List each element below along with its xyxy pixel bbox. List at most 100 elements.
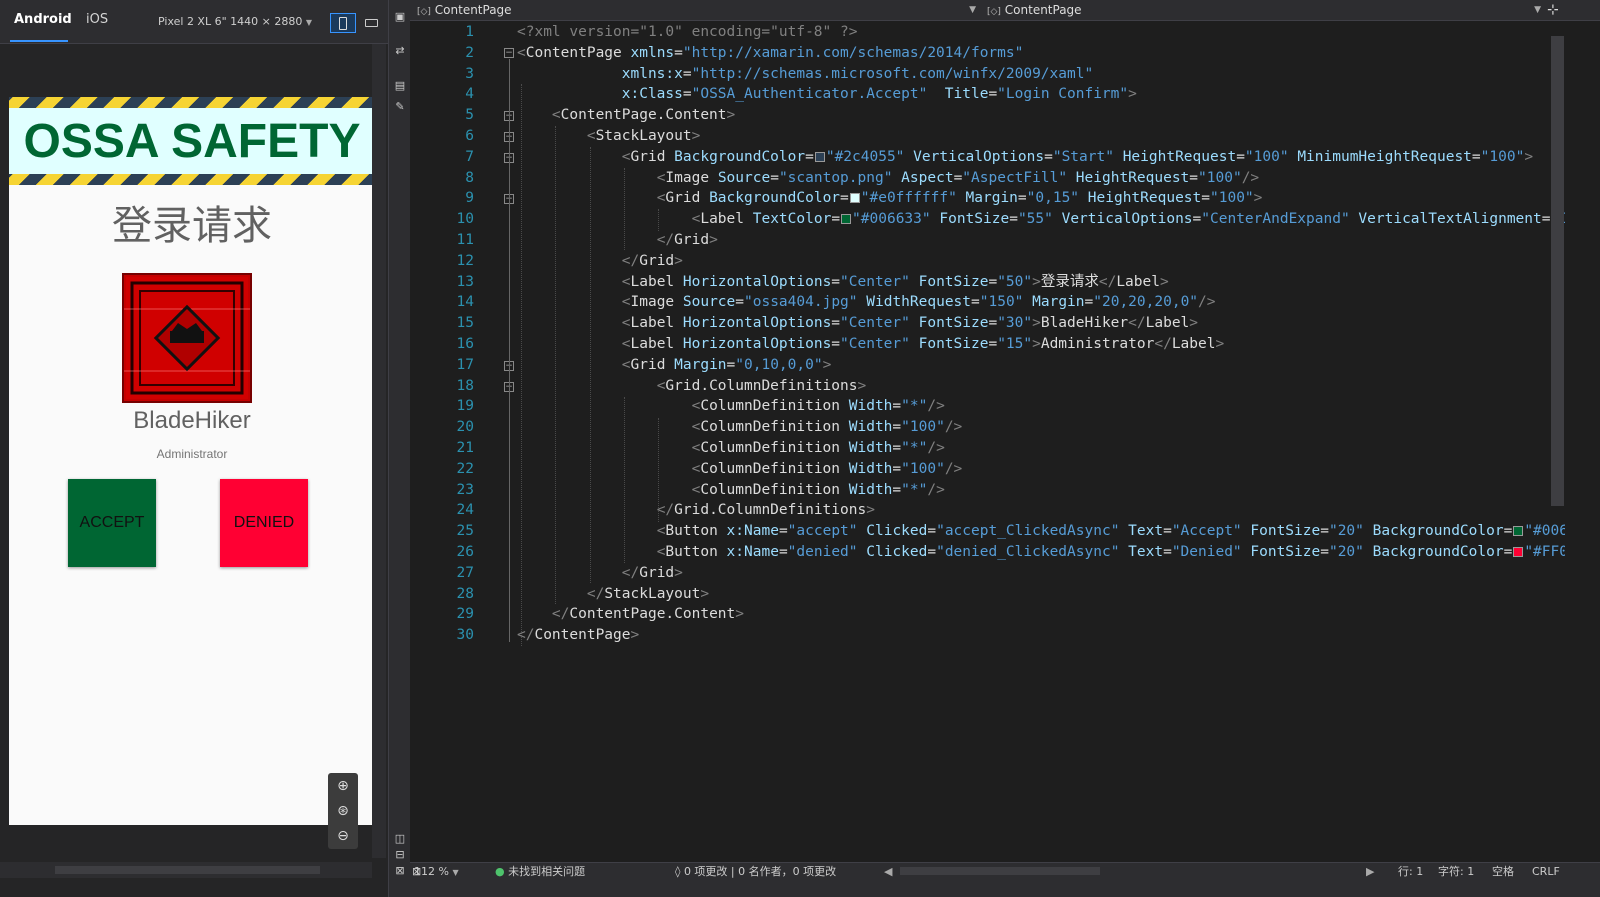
line-number: 26 bbox=[456, 544, 474, 560]
line-position[interactable]: 行: 1 bbox=[1398, 864, 1423, 880]
zoom-out-icon[interactable]: ⊖ bbox=[328, 823, 358, 848]
editor-vertical-scrollbar[interactable] bbox=[1551, 36, 1564, 506]
editor-horizontal-scrollbar[interactable] bbox=[900, 867, 1100, 875]
changes-icon: ◊ bbox=[675, 865, 681, 878]
code-line: <Button x:Name="accept" Clicked="accept_… bbox=[656, 523, 1565, 540]
code-line: <ContentPage.Content> bbox=[551, 107, 736, 124]
char-position[interactable]: 字符: 1 bbox=[1438, 864, 1474, 880]
hazard-stripe-bottom bbox=[9, 174, 375, 185]
accept-button[interactable]: ACCEPT bbox=[68, 479, 156, 567]
line-number: 5 bbox=[465, 107, 474, 124]
phone-portrait-icon bbox=[339, 16, 347, 30]
issues-indicator[interactable]: ● 未找到相关问题 bbox=[495, 864, 585, 880]
code-line: <Grid BackgroundColor= "#2c4055" Vertical… bbox=[621, 148, 1534, 165]
code-line: <ColumnDefinition Width="100"/> bbox=[691, 460, 963, 477]
code-line: <Label HorizontalOptions="Center" FontSi… bbox=[621, 273, 1169, 290]
line-number: 7 bbox=[465, 148, 474, 165]
scroll-left-icon[interactable]: ◀ bbox=[884, 864, 892, 880]
line-number: 10 bbox=[456, 211, 474, 228]
code-line: <ColumnDefinition Width="*"/> bbox=[691, 481, 945, 498]
code-line: <Label TextColor= "#006633" FontSize="55"… bbox=[691, 211, 1565, 228]
line-number: 4 bbox=[465, 86, 474, 103]
code-line: <Label HorizontalOptions="Center" FontSi… bbox=[621, 336, 1225, 352]
line-number: 27 bbox=[456, 564, 474, 581]
preview-vertical-scrollbar[interactable] bbox=[372, 44, 386, 858]
line-number: 23 bbox=[456, 481, 474, 498]
chevron-down-icon: ▼ bbox=[1534, 5, 1541, 15]
line-number: 17 bbox=[456, 356, 474, 373]
chevron-down-icon: ▼ bbox=[452, 868, 459, 877]
line-ending[interactable]: CRLF bbox=[1532, 864, 1560, 880]
preview-horizontal-scrollbar[interactable] bbox=[0, 862, 372, 878]
nav-dropdown-left[interactable]: [◇] ContentPage ▼ bbox=[415, 2, 980, 19]
line-number: 6 bbox=[465, 128, 474, 144]
line-number: 30 bbox=[456, 627, 474, 644]
chevron-down-icon: ▼ bbox=[969, 5, 976, 15]
safety-banner: OSSA SAFETY bbox=[9, 97, 375, 185]
xaml-element-icon: [◇] bbox=[987, 7, 1001, 17]
code-line: </StackLayout> bbox=[586, 585, 710, 602]
line-number: 15 bbox=[456, 315, 474, 332]
denied-button[interactable]: DENIED bbox=[220, 479, 308, 567]
avatar bbox=[122, 273, 252, 403]
code-line: </ContentPage.Content> bbox=[551, 606, 744, 623]
code-line: <Button x:Name="denied" Clicked="denied_… bbox=[656, 544, 1565, 560]
edit-view-icon[interactable]: ✎ bbox=[394, 101, 406, 113]
landscape-button[interactable] bbox=[358, 13, 384, 33]
code-area[interactable]: <?xml version="1.0" encoding="utf-8" ?> … bbox=[510, 22, 1565, 862]
indent-mode[interactable]: 空格 bbox=[1492, 864, 1514, 880]
nav-dropdown-right[interactable]: [◇] ContentPage ▼ bbox=[985, 2, 1545, 19]
zoom-level[interactable]: 112 % ▼ bbox=[414, 864, 459, 881]
code-line: <StackLayout> bbox=[586, 128, 701, 144]
split-vertical-icon[interactable]: ◫ bbox=[394, 833, 406, 845]
portrait-button[interactable] bbox=[330, 13, 356, 33]
line-number: 28 bbox=[456, 585, 474, 602]
scroll-right-icon[interactable]: ▶ bbox=[1366, 864, 1374, 880]
line-number: 3 bbox=[465, 65, 474, 82]
code-line: xmlns:x="http://schemas.microsoft.com/wi… bbox=[621, 65, 1094, 82]
swap-panes-icon[interactable]: ⇄ bbox=[394, 45, 406, 57]
code-line: <Label HorizontalOptions="Center" FontSi… bbox=[621, 315, 1199, 332]
zoom-fit-icon[interactable]: ⊛ bbox=[328, 798, 358, 823]
xaml-element-icon: [◇] bbox=[417, 7, 431, 17]
zoom-controls: ⊕ ⊛ ⊖ bbox=[328, 773, 358, 849]
preview-toggle-icon[interactable]: ▣ bbox=[394, 11, 406, 23]
page-title: 登录请求 bbox=[112, 203, 272, 249]
line-number: 21 bbox=[456, 440, 474, 456]
line-number: 13 bbox=[456, 273, 474, 290]
platform-tabs: Android iOS Pixel 2 XL 6" 1440 × 2880 ▼ bbox=[0, 0, 388, 44]
changes-text: 0 项更改 | 0 名作者，0 项更改 bbox=[683, 865, 837, 878]
code-editor: [◇] ContentPage ▼ [◇] ContentPage ▼ ⊹ 1234… bbox=[410, 0, 1600, 897]
expand-pane-icon[interactable]: ⊠ bbox=[394, 865, 406, 877]
status-bar: ⊠ 112 % ▼ ● 未找到相关问题 ◊ 0 项更改 | 0 名作者，0 项更… bbox=[410, 862, 1600, 897]
hazard-stripe-top bbox=[9, 97, 375, 108]
split-horizontal-icon[interactable]: ⊟ bbox=[394, 849, 406, 861]
line-number: 24 bbox=[456, 502, 474, 519]
device-name: Pixel 2 XL 6" 1440 × 2880 bbox=[158, 15, 303, 28]
zoom-in-icon[interactable]: ⊕ bbox=[328, 773, 358, 798]
line-number: 18 bbox=[456, 377, 474, 394]
code-line: <Image Source="ossa404.jpg" WidthRequest… bbox=[621, 294, 1216, 311]
chevron-down-icon: ▼ bbox=[305, 18, 313, 27]
code-line: <Grid BackgroundColor= "#e0ffffff" Margin… bbox=[656, 190, 1263, 207]
line-number: 25 bbox=[456, 523, 474, 540]
device-selector[interactable]: Pixel 2 XL 6" 1440 × 2880 ▼ bbox=[158, 15, 312, 28]
code-line: <ColumnDefinition Width="*"/> bbox=[691, 398, 945, 415]
nav-left-label: ContentPage bbox=[434, 3, 512, 17]
tab-ios[interactable]: iOS bbox=[86, 12, 108, 27]
issues-text: 未找到相关问题 bbox=[508, 865, 586, 878]
code-line: x:Class="OSSA_Authenticator.Accept" Titl… bbox=[621, 86, 1137, 103]
phone-landscape-icon bbox=[364, 19, 378, 27]
code-line: <ContentPage xmlns="http://xamarin.com/s… bbox=[517, 44, 1024, 61]
code-line: <ColumnDefinition Width="100"/> bbox=[691, 419, 963, 436]
changes-indicator[interactable]: ◊ 0 项更改 | 0 名作者，0 项更改 bbox=[675, 864, 836, 880]
error-avatar-art bbox=[124, 277, 250, 399]
design-view-icon[interactable]: ▤ bbox=[394, 80, 406, 92]
navigation-bar: [◇] ContentPage ▼ [◇] ContentPage ▼ ⊹ bbox=[410, 0, 1600, 21]
code-line: </Grid> bbox=[621, 252, 683, 269]
line-number: 12 bbox=[456, 252, 474, 269]
split-editor-icon[interactable]: ⊹ bbox=[1547, 2, 1561, 18]
line-number: 16 bbox=[456, 336, 474, 352]
line-number: 20 bbox=[456, 419, 474, 436]
tab-android[interactable]: Android bbox=[14, 12, 72, 27]
